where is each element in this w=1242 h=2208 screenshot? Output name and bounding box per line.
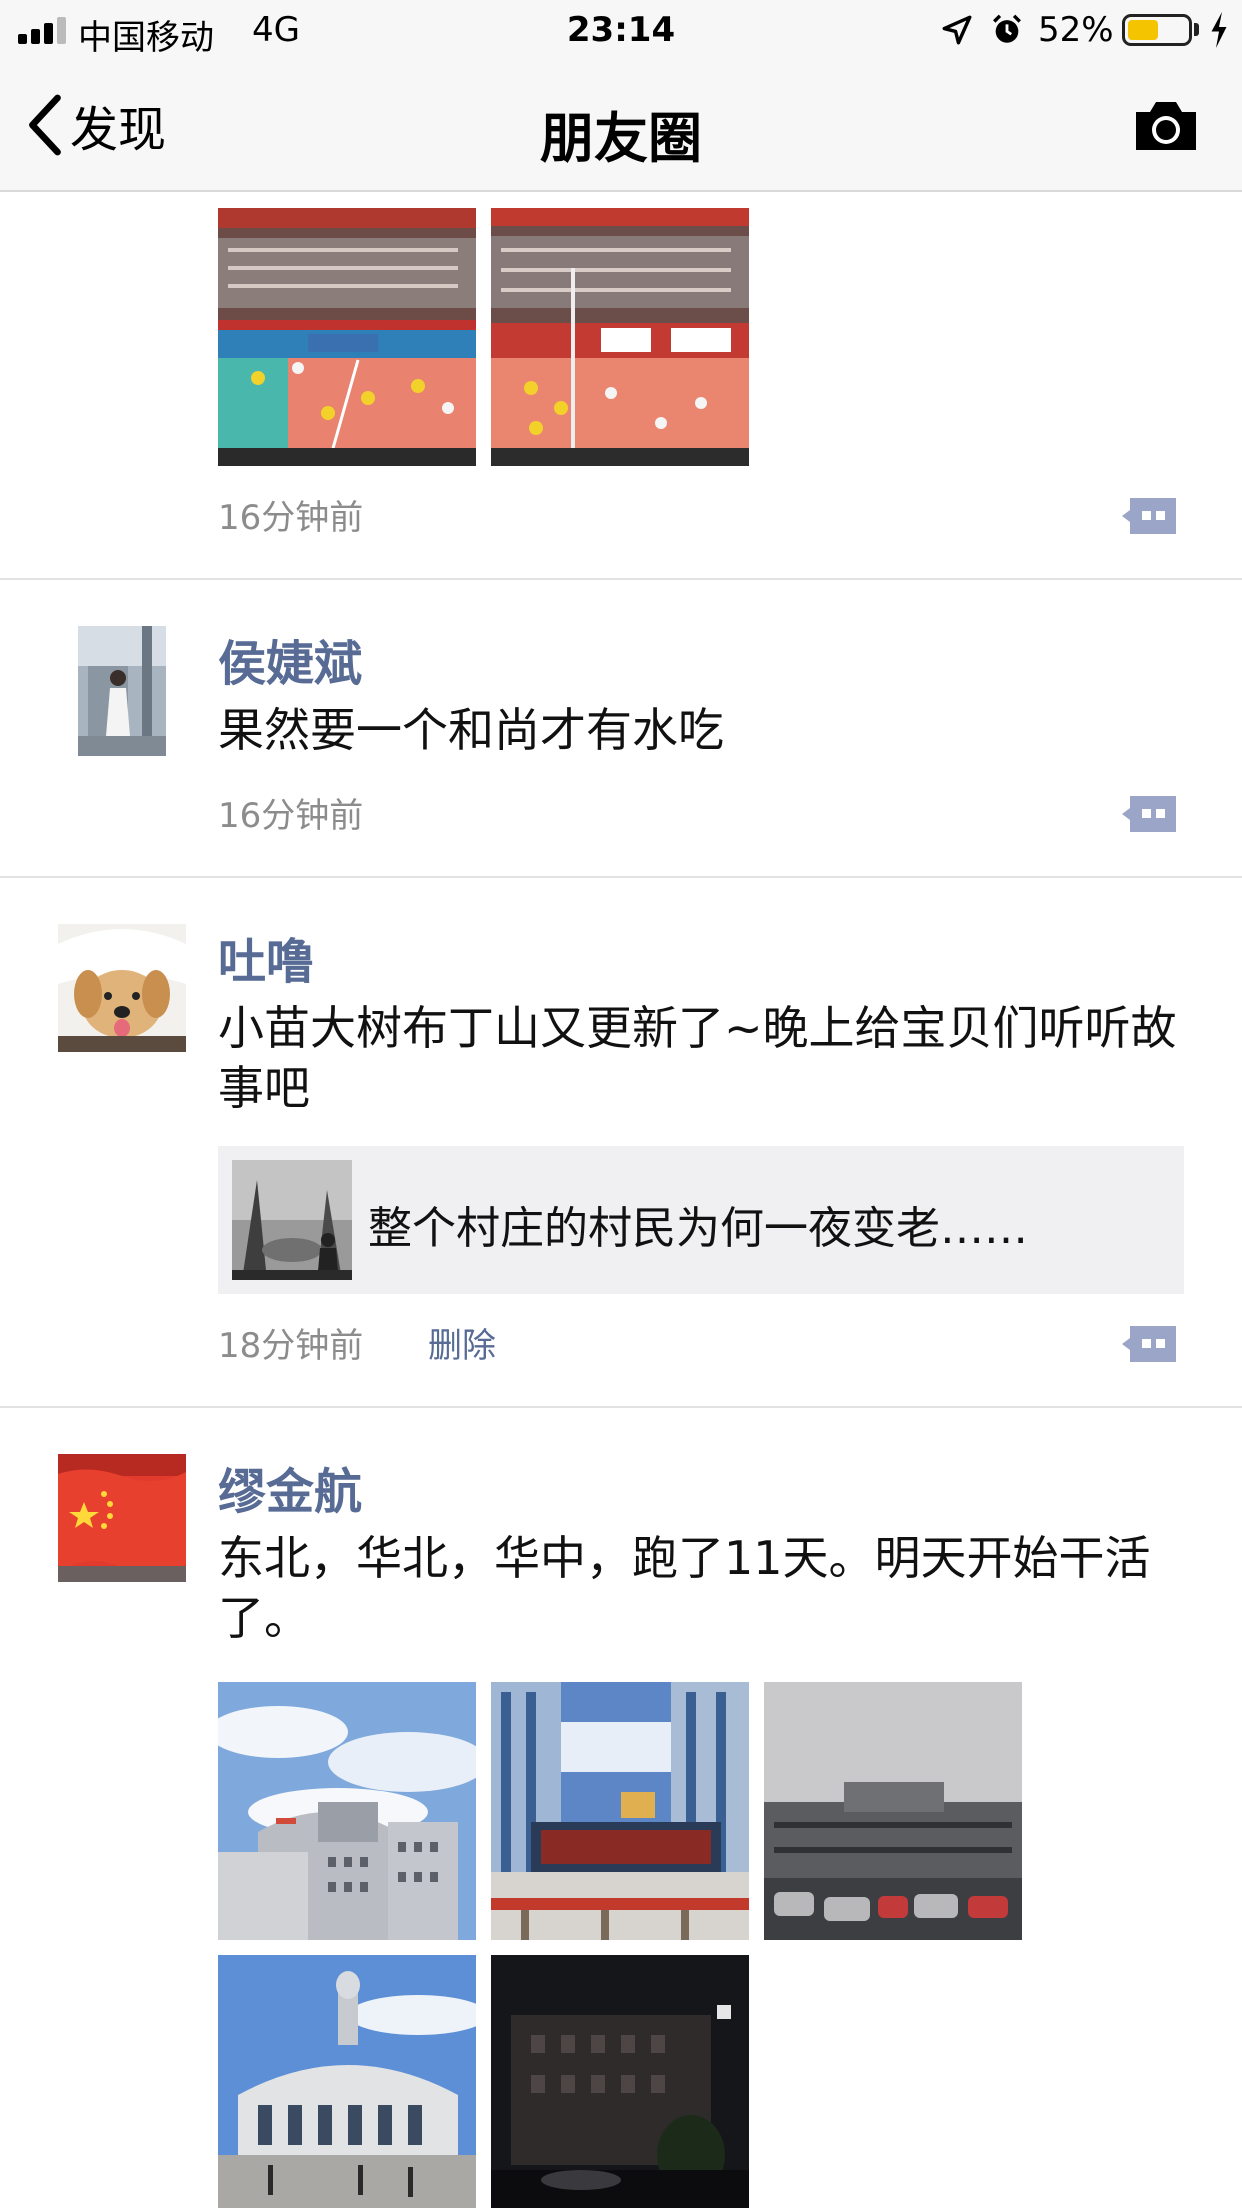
- post-text: 果然要一个和尚才有水吃: [218, 703, 724, 757]
- volleyball-photo[interactable]: [218, 208, 476, 466]
- battery-percent: 52%: [1038, 10, 1114, 50]
- station-image: [491, 1955, 749, 2208]
- station-image: [218, 1955, 476, 2208]
- avatar[interactable]: [58, 1454, 186, 1582]
- post-divider: [0, 578, 1242, 580]
- station-photo[interactable]: [218, 1682, 476, 1940]
- volleyball-image: [218, 208, 476, 466]
- station-photo[interactable]: [218, 1955, 476, 2208]
- station-image: [491, 1682, 749, 1940]
- station-image: [218, 1682, 476, 1940]
- page-title: 朋友圈: [540, 107, 702, 170]
- link-thumbnail: [232, 1160, 352, 1280]
- navigation-bar: 发现 朋友圈: [0, 60, 1242, 192]
- post-text: 小苗大树布丁山又更新了~晚上给宝贝们听听故事吧: [218, 1001, 1177, 1115]
- charging-bolt-icon: [1211, 12, 1227, 48]
- comment-action-icon[interactable]: [1120, 792, 1180, 836]
- avatar[interactable]: [78, 626, 166, 756]
- avatar-image: [58, 924, 186, 1052]
- volleyball-photo[interactable]: [491, 208, 749, 466]
- post-divider: [0, 1406, 1242, 1408]
- volleyball-image: [491, 208, 749, 466]
- alarm-clock-icon: [993, 14, 1021, 43]
- station-photo[interactable]: [491, 1682, 749, 1940]
- avatar-image: [78, 626, 166, 756]
- shared-link-card[interactable]: 整个村庄的村民为何一夜变老……: [218, 1146, 1184, 1294]
- location-arrow-icon: [942, 15, 972, 45]
- username[interactable]: 缪金航: [218, 1452, 362, 1522]
- post-time: 16分钟前: [218, 796, 364, 836]
- avatar[interactable]: [58, 924, 186, 1052]
- station-photo[interactable]: [764, 1682, 1022, 1940]
- avatar-image: [58, 1454, 186, 1582]
- link-thumbnail-image: [232, 1160, 352, 1280]
- delete-link[interactable]: 删除: [428, 1318, 496, 1367]
- battery-level: [1128, 20, 1158, 40]
- battery-cap: [1194, 23, 1199, 36]
- top-bar: 中国移动 4G 23:14 52% 发现 朋友圈: [0, 0, 1242, 192]
- post-divider: [0, 876, 1242, 878]
- comment-action-icon[interactable]: [1120, 1322, 1180, 1366]
- status-bar: 中国移动 4G 23:14 52%: [0, 0, 1242, 60]
- camera-icon[interactable]: [1132, 98, 1200, 154]
- battery-icon: [1122, 14, 1192, 46]
- post-time: 18分钟前: [218, 1326, 364, 1366]
- comment-action-icon[interactable]: [1120, 494, 1180, 538]
- post-text: 东北，华北，华中，跑了11天。明天开始干活了。: [218, 1531, 1151, 1645]
- post-time: 16分钟前: [218, 498, 364, 538]
- username[interactable]: 吐噜: [218, 922, 314, 992]
- link-title: 整个村庄的村民为何一夜变老……: [368, 1203, 1028, 1254]
- station-photo[interactable]: [491, 1955, 749, 2208]
- username[interactable]: 侯婕斌: [218, 624, 362, 694]
- station-image: [764, 1682, 1022, 1940]
